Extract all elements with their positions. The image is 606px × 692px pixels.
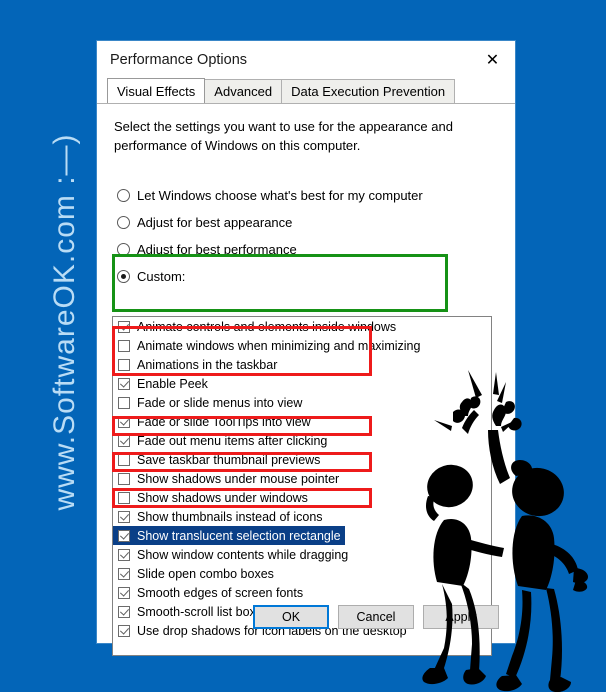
performance-mode-radio-group: Let Windows choose what's best for my co… (117, 182, 477, 290)
ok-button[interactable]: OK (253, 605, 329, 629)
effect-item-label: Show window contents while dragging (137, 547, 349, 562)
effect-item-8[interactable]: Show shadows under mouse pointer (113, 469, 491, 488)
checkbox-icon[interactable] (118, 567, 130, 580)
radio-option-1[interactable]: Adjust for best appearance (117, 209, 477, 236)
effect-item-label: Enable Peek (137, 376, 208, 391)
effect-item-6[interactable]: Fade out menu items after clicking (113, 431, 491, 450)
title-bar: Performance Options ✕ (97, 41, 515, 78)
radio-option-label: Let Windows choose what's best for my co… (137, 188, 423, 203)
checkbox-icon[interactable] (118, 415, 130, 428)
effect-item-1[interactable]: Animate windows when minimizing and maxi… (113, 336, 491, 355)
tab-advanced[interactable]: Advanced (204, 79, 283, 103)
effect-item-11[interactable]: Show translucent selection rectangle (113, 526, 345, 545)
panel-description: Select the settings you want to use for … (114, 119, 453, 153)
radio-option-label: Adjust for best appearance (137, 215, 293, 230)
effect-item-label: Animate controls and elements inside win… (137, 319, 397, 334)
radio-option-label: Adjust for best performance (137, 242, 297, 257)
effect-item-label: Animate windows when minimizing and maxi… (137, 338, 421, 353)
checkbox-icon[interactable] (118, 396, 130, 409)
tab-visual-effects[interactable]: Visual Effects (107, 78, 206, 103)
tab-strip: Visual Effects Advanced Data Execution Pre… (97, 78, 515, 103)
effect-item-label: Fade or slide menus into view (137, 395, 303, 410)
effect-item-5[interactable]: Fade or slide ToolTips into view (113, 412, 491, 431)
radio-indicator-icon (117, 243, 130, 256)
checkbox-icon[interactable] (118, 339, 130, 352)
effect-item-10[interactable]: Show thumbnails instead of icons (113, 507, 491, 526)
effect-item-3[interactable]: Enable Peek (113, 374, 491, 393)
effect-item-13[interactable]: Slide open combo boxes (113, 564, 491, 583)
checkbox-icon[interactable] (118, 377, 130, 390)
radio-option-3[interactable]: Custom: (117, 263, 477, 290)
effect-item-label: Save taskbar thumbnail previews (137, 452, 321, 467)
checkbox-icon[interactable] (118, 548, 130, 561)
close-icon[interactable]: ✕ (470, 41, 515, 78)
effect-item-label: Show thumbnails instead of icons (137, 509, 323, 524)
radio-option-2[interactable]: Adjust for best performance (117, 236, 477, 263)
effect-item-label: Fade or slide ToolTips into view (137, 414, 311, 429)
effect-item-0[interactable]: Animate controls and elements inside win… (113, 317, 491, 336)
radio-indicator-icon (117, 189, 130, 202)
effect-item-12[interactable]: Show window contents while dragging (113, 545, 491, 564)
effect-item-label: Show shadows under mouse pointer (137, 471, 340, 486)
checkbox-icon[interactable] (118, 434, 130, 447)
checkbox-icon[interactable] (118, 491, 130, 504)
checkbox-icon[interactable] (118, 472, 130, 485)
apply-button[interactable]: Apply (423, 605, 499, 629)
performance-options-dialog: Performance Options ✕ Visual Effects Adva… (96, 40, 516, 656)
effect-item-7[interactable]: Save taskbar thumbnail previews (113, 450, 491, 469)
radio-option-label: Custom: (137, 269, 186, 284)
radio-indicator-icon (117, 216, 130, 229)
dialog-title: Performance Options (110, 51, 248, 68)
dialog-button-row: OK Cancel Apply (97, 591, 515, 643)
checkbox-icon[interactable] (118, 529, 130, 542)
effect-item-4[interactable]: Fade or slide menus into view (113, 393, 491, 412)
checkbox-icon[interactable] (118, 320, 130, 333)
cancel-button[interactable]: Cancel (338, 605, 414, 629)
radio-indicator-icon (117, 270, 130, 283)
checkbox-icon[interactable] (118, 358, 130, 371)
watermark-text: www.SoftwareOK.com :—) (48, 133, 81, 511)
effect-item-2[interactable]: Animations in the taskbar (113, 355, 491, 374)
checkbox-icon[interactable] (118, 453, 130, 466)
effect-item-label: Fade out menu items after clicking (137, 433, 328, 448)
effect-item-label: Show shadows under windows (137, 490, 308, 505)
effect-item-label: Animations in the taskbar (137, 357, 278, 372)
visual-effects-panel: Select the settings you want to use for … (97, 103, 515, 656)
checkbox-icon[interactable] (118, 510, 130, 523)
effect-item-label: Slide open combo boxes (137, 566, 274, 581)
radio-option-0[interactable]: Let Windows choose what's best for my co… (117, 182, 477, 209)
tab-data-execution-prevention[interactable]: Data Execution Prevention (281, 79, 456, 103)
effect-item-label: Show translucent selection rectangle (137, 528, 341, 543)
effect-item-9[interactable]: Show shadows under windows (113, 488, 491, 507)
